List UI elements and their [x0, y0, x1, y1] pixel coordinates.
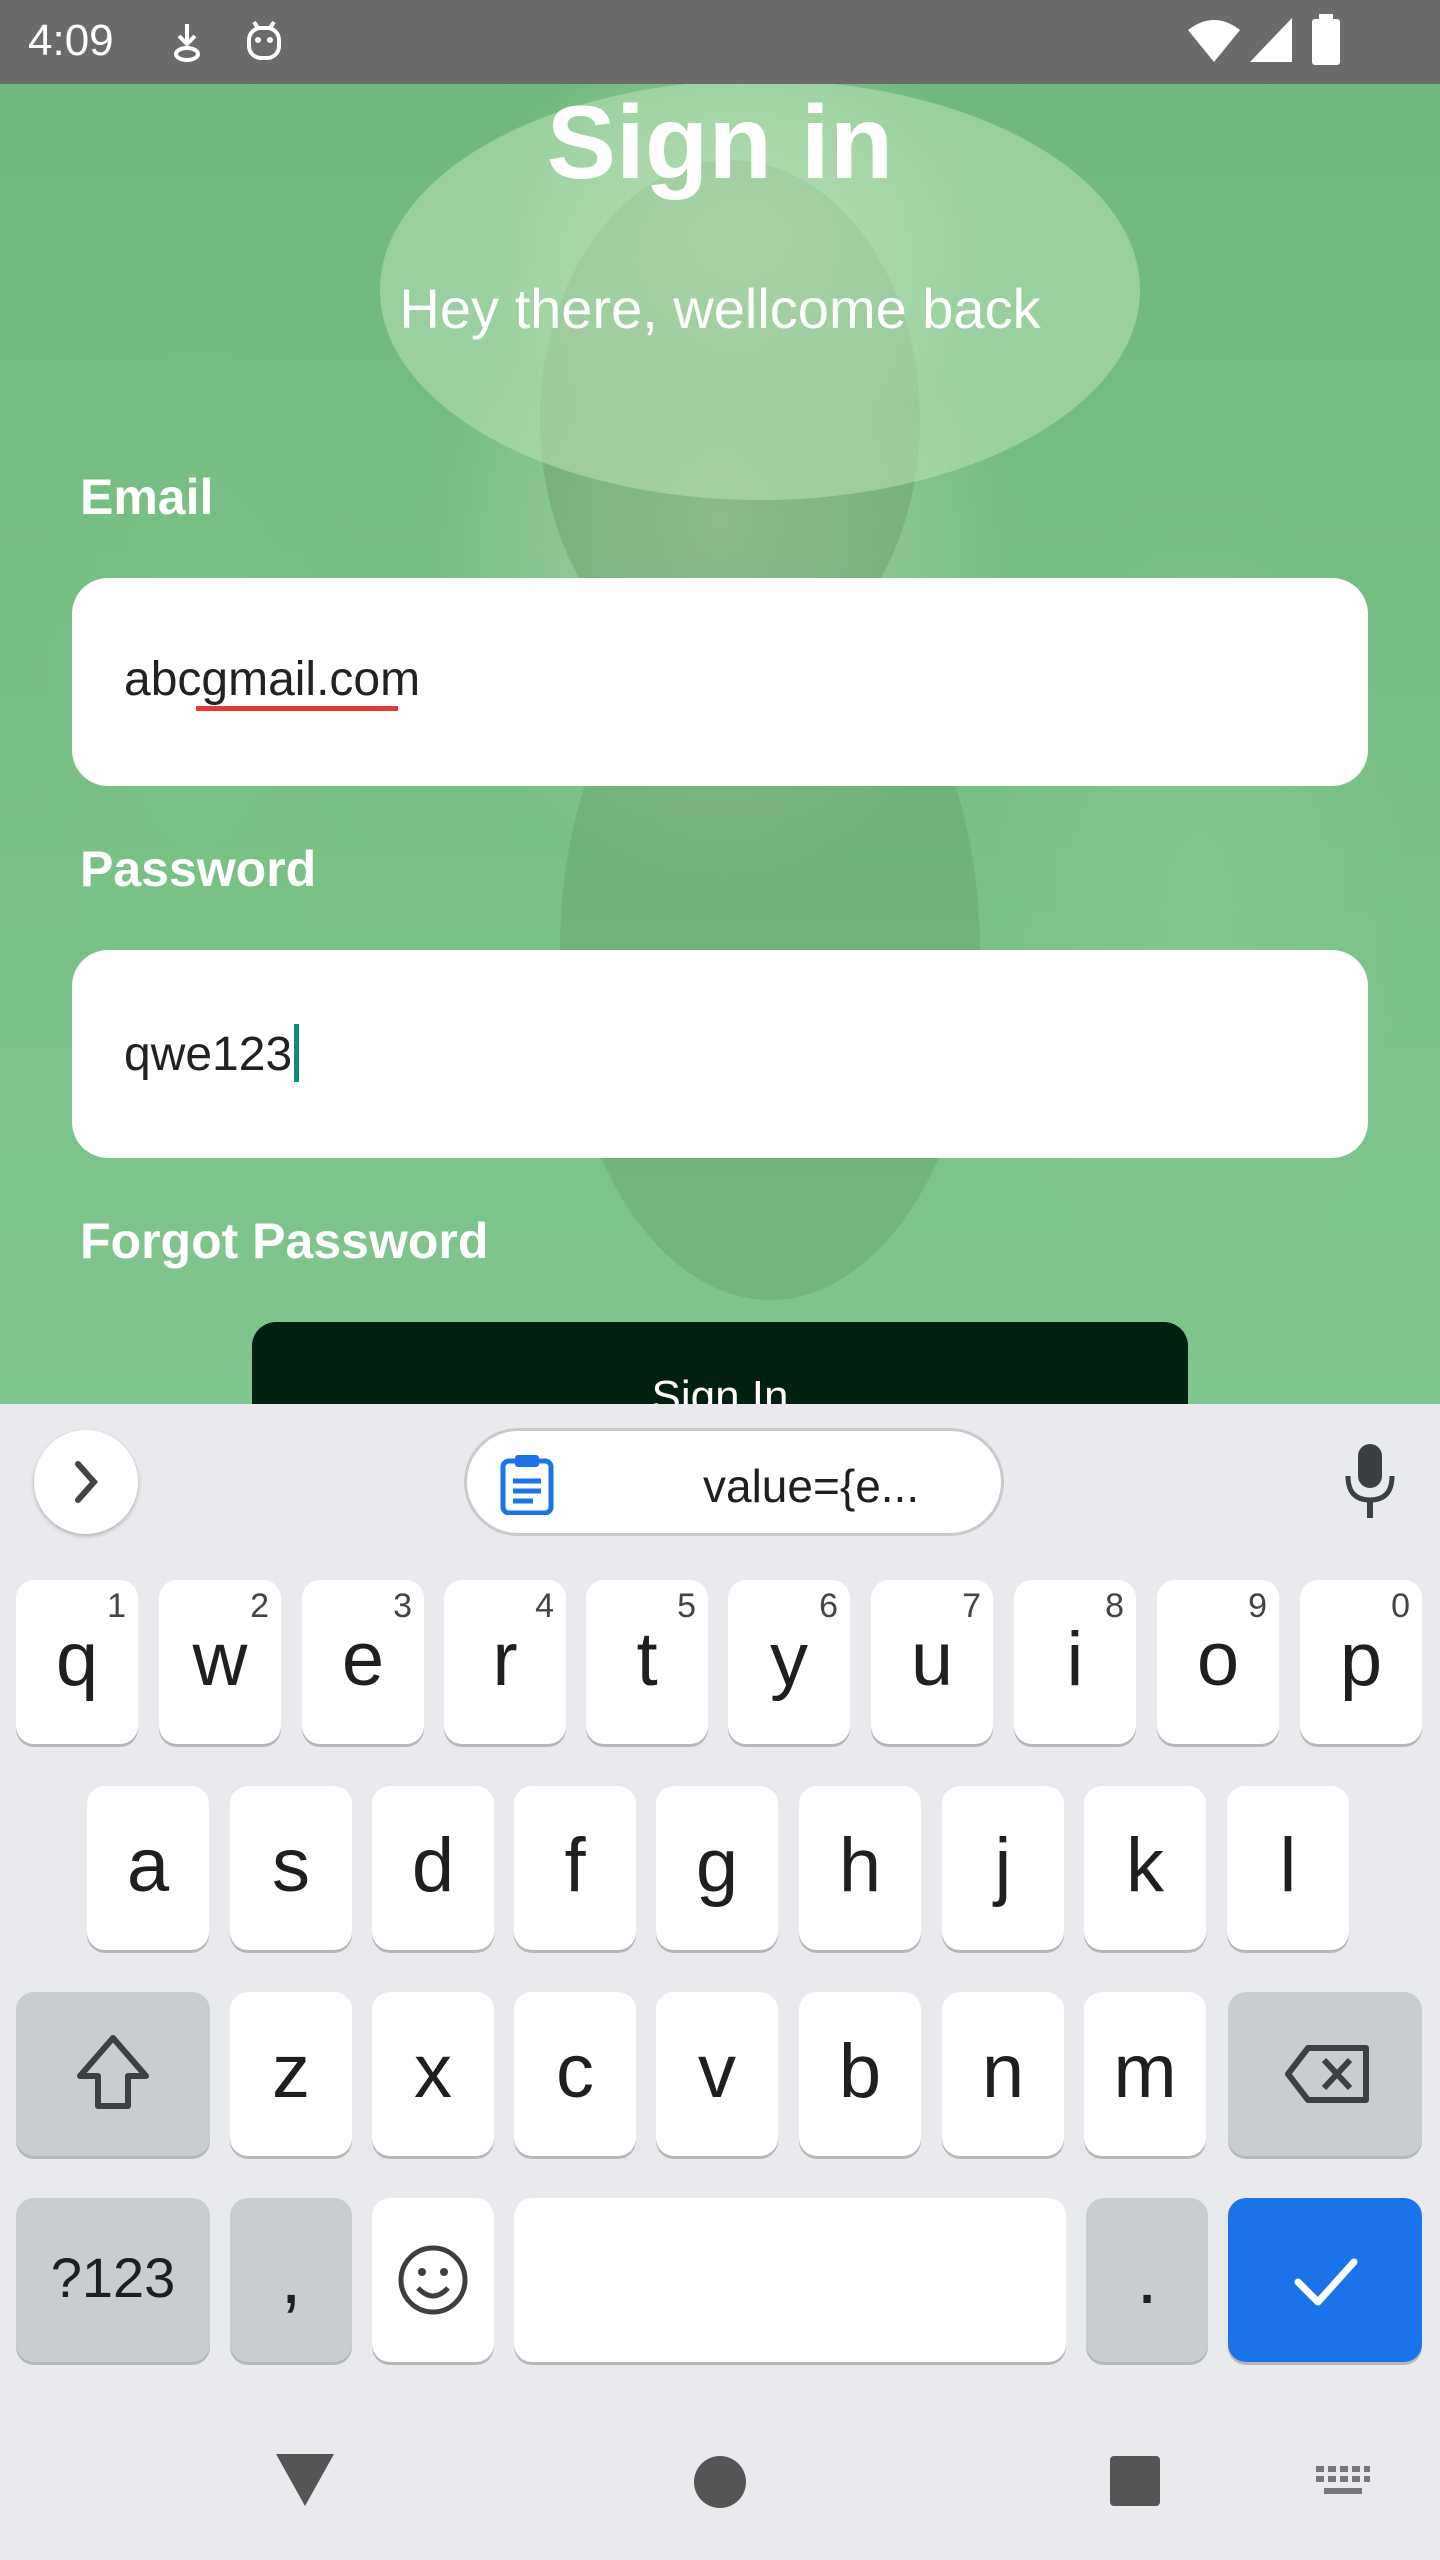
backspace-key[interactable] [1228, 1992, 1422, 2156]
key-number: 5 [677, 1587, 696, 1625]
keyboard-switch-icon[interactable] [1314, 2464, 1372, 2502]
key-s[interactable]: s [230, 1786, 352, 1950]
key-number: 6 [819, 1587, 838, 1625]
key-o[interactable]: o9 [1157, 1580, 1279, 1744]
key-label: i [1066, 1617, 1084, 1702]
key-label: y [770, 1617, 808, 1702]
key-p[interactable]: p0 [1300, 1580, 1422, 1744]
sign-in-screen: Sign in Hey there, wellcome back Email a… [0, 0, 1440, 1404]
key-label: t [636, 1617, 658, 1702]
password-label: Password [80, 841, 317, 897]
key-number: 9 [1248, 1587, 1267, 1625]
status-bar: 4:09 [0, 0, 1440, 84]
key-label: r [492, 1617, 518, 1702]
navigation-bar [0, 2420, 1440, 2560]
key-label: o [1196, 1617, 1240, 1702]
comma-key[interactable]: , [230, 2198, 352, 2362]
key-f[interactable]: f [514, 1786, 636, 1950]
expand-toolbar-button[interactable] [34, 1430, 138, 1534]
key-w[interactable]: w2 [159, 1580, 281, 1744]
page-title: Sign in [546, 85, 894, 201]
space-bar[interactable] [514, 2198, 1066, 2362]
emoji-key[interactable] [372, 2198, 494, 2362]
key-q[interactable]: q1 [16, 1580, 138, 1744]
clipboard-icon [500, 1455, 554, 1515]
email-label: Email [80, 469, 214, 525]
key-label: w [192, 1617, 248, 1702]
recents-square-icon[interactable] [1108, 2454, 1162, 2508]
key-c[interactable]: c [514, 1992, 636, 2156]
shift-key[interactable] [16, 1992, 210, 2156]
key-e[interactable]: e3 [302, 1580, 424, 1744]
sign-in-button[interactable]: Sign In [252, 1322, 1188, 1404]
period-key[interactable]: . [1086, 2198, 1208, 2362]
key-h[interactable]: h [799, 1786, 921, 1950]
password-value: qwe123 [124, 1028, 293, 1081]
key-r[interactable]: r4 [444, 1580, 566, 1744]
page-subtitle: Hey there, wellcome back [399, 277, 1041, 340]
key-l[interactable]: l [1227, 1786, 1349, 1950]
email-field[interactable]: abcgmail.com [72, 578, 1368, 786]
key-number: 0 [1391, 1587, 1410, 1625]
suggestion-strip: value={e... [0, 1404, 1440, 1554]
key-t[interactable]: t5 [586, 1580, 708, 1744]
forgot-password-link[interactable]: Forgot Password [80, 1212, 488, 1270]
key-k[interactable]: k [1084, 1786, 1206, 1950]
key-number: 2 [250, 1587, 269, 1625]
key-m[interactable]: m [1084, 1992, 1206, 2156]
spellcheck-underline [196, 706, 398, 711]
key-u[interactable]: u7 [871, 1580, 993, 1744]
key-number: 4 [535, 1587, 554, 1625]
chevron-right-icon [75, 1461, 99, 1503]
status-time: 4:09 [28, 16, 114, 65]
key-x[interactable]: x [372, 1992, 494, 2156]
wifi-icon [1188, 20, 1240, 62]
backspace-icon [1285, 2045, 1369, 2103]
email-value: abcgmail.com [124, 653, 421, 706]
password-value-wrap: qwe123 [124, 1024, 300, 1082]
key-label: u [910, 1617, 954, 1702]
key-label: q [55, 1617, 99, 1702]
key-v[interactable]: v [656, 1992, 778, 2156]
key-d[interactable]: d [372, 1786, 494, 1950]
clipboard-text: value={e... [703, 1460, 920, 1512]
done-key[interactable] [1228, 2198, 1422, 2362]
home-circle-icon[interactable] [692, 2454, 748, 2510]
key-number: 7 [962, 1587, 981, 1625]
battery-icon [1312, 14, 1340, 65]
microphone-icon[interactable] [1340, 1442, 1400, 1520]
key-z[interactable]: z [230, 1992, 352, 2156]
emoji-icon [398, 2245, 468, 2315]
soft-keyboard: value={e... q1 w2 e3 r4 t5 y6 u7 i8 o9 p… [0, 1404, 1440, 2560]
key-label: e [341, 1617, 385, 1702]
key-number: 8 [1105, 1587, 1124, 1625]
password-field[interactable]: qwe123 [72, 950, 1368, 1158]
cellular-signal-icon [1250, 18, 1292, 62]
key-number: 1 [107, 1587, 126, 1625]
key-a[interactable]: a [87, 1786, 209, 1950]
key-i[interactable]: i8 [1014, 1580, 1136, 1744]
symbols-key[interactable]: ?123 [16, 2198, 210, 2362]
key-number: 3 [393, 1587, 412, 1625]
download-icon [174, 24, 200, 62]
checkmark-icon [1294, 2258, 1358, 2306]
sign-in-button-label: Sign In [651, 1372, 789, 1404]
back-triangle-icon[interactable] [274, 2450, 336, 2510]
key-b[interactable]: b [799, 1992, 921, 2156]
text-caret [294, 1024, 300, 1082]
key-j[interactable]: j [942, 1786, 1064, 1950]
clipboard-suggestion-chip[interactable]: value={e... [464, 1428, 1004, 1536]
key-n[interactable]: n [942, 1992, 1064, 2156]
key-label: p [1339, 1617, 1383, 1702]
key-y[interactable]: y6 [728, 1580, 850, 1744]
key-g[interactable]: g [656, 1786, 778, 1950]
android-debug-icon [247, 20, 281, 60]
shift-icon [77, 2035, 149, 2109]
